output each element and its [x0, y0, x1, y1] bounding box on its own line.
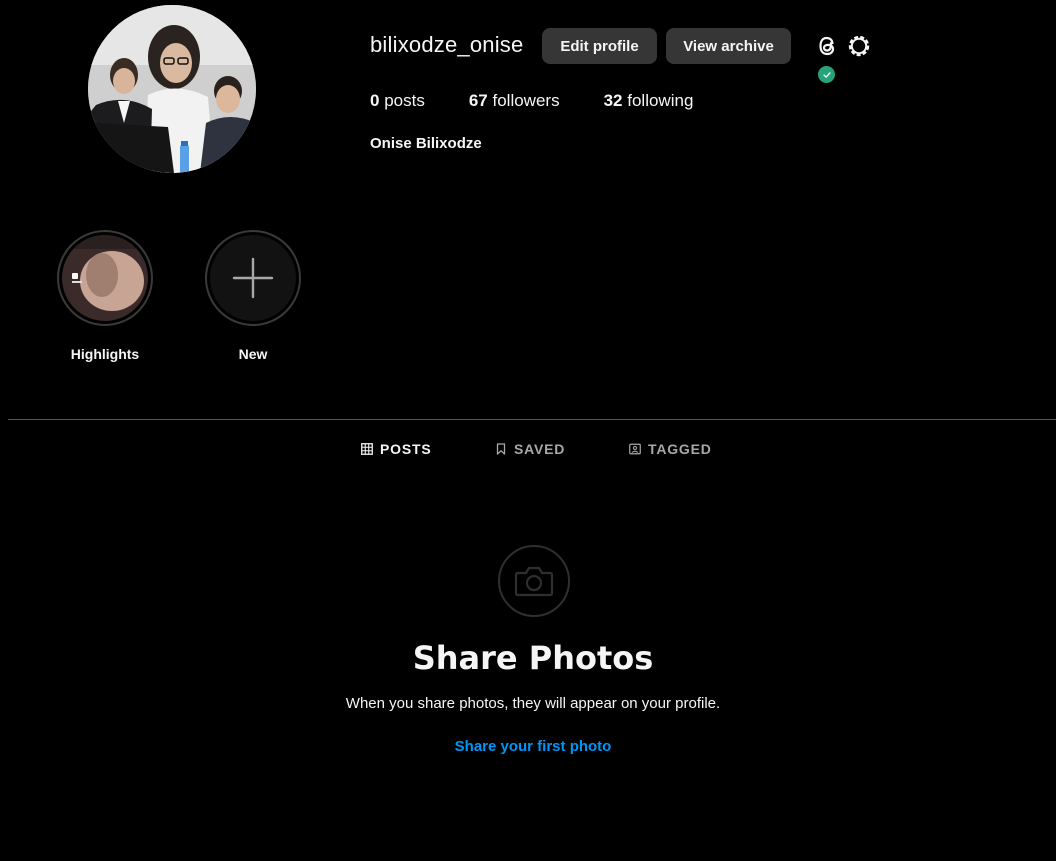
tab-saved[interactable]: SAVED [495, 441, 565, 457]
profile-username: bilixodze_onise [370, 32, 524, 57]
new-highlight-label: New [238, 346, 268, 362]
followers-count-label: followers [492, 91, 560, 110]
verified-check-icon [818, 66, 835, 83]
profile-full-name: Onise Bilixodze [370, 135, 482, 152]
threads-icon[interactable] [813, 32, 841, 60]
section-divider [8, 419, 1056, 420]
edit-profile-button[interactable]: Edit profile [542, 28, 657, 64]
settings-gear-icon[interactable] [845, 32, 873, 60]
following-count-label: following [627, 91, 694, 110]
posts-count: 0 posts [370, 91, 425, 111]
empty-state-title: Share Photos [412, 639, 654, 677]
posts-count-value: 0 [370, 91, 380, 110]
highlight-label: Highlights [70, 346, 140, 362]
tab-tagged[interactable]: TAGGED [629, 441, 712, 457]
tab-posts-label: POSTS [380, 441, 432, 457]
profile-tabs: POSTS SAVED TAGGED [0, 441, 1056, 461]
new-highlight-button[interactable]: New [205, 230, 301, 362]
tab-tagged-label: TAGGED [648, 441, 712, 457]
posts-count-label: posts [384, 91, 425, 110]
view-archive-button[interactable]: View archive [666, 28, 791, 64]
tab-saved-label: SAVED [514, 441, 566, 457]
plus-icon [210, 235, 296, 321]
profile-stats: 0 posts 67 followers 32 following [370, 91, 737, 111]
share-first-photo-link[interactable]: Share your first photo [0, 738, 1056, 755]
tagged-user-icon [629, 443, 641, 455]
following-link[interactable]: 32 following [604, 91, 694, 111]
tab-posts[interactable]: POSTS [361, 441, 431, 457]
highlight-ring [57, 230, 153, 326]
camera-icon [498, 545, 570, 617]
followers-count-value: 67 [468, 91, 488, 110]
bookmark-icon [496, 443, 506, 455]
profile-avatar[interactable] [88, 5, 256, 173]
profile-page: bilixodze_onise Edit profile View archiv… [0, 0, 1056, 861]
grid-icon [361, 443, 373, 455]
new-highlight-ring [205, 230, 301, 326]
empty-state-subtitle: When you share photos, they will appear … [345, 695, 721, 712]
following-count-value: 32 [603, 91, 623, 110]
followers-link[interactable]: 67 followers [469, 91, 560, 111]
highlight-cover-image [62, 235, 148, 321]
profile-photo [88, 5, 256, 173]
highlight-item[interactable]: Highlights [57, 230, 153, 362]
